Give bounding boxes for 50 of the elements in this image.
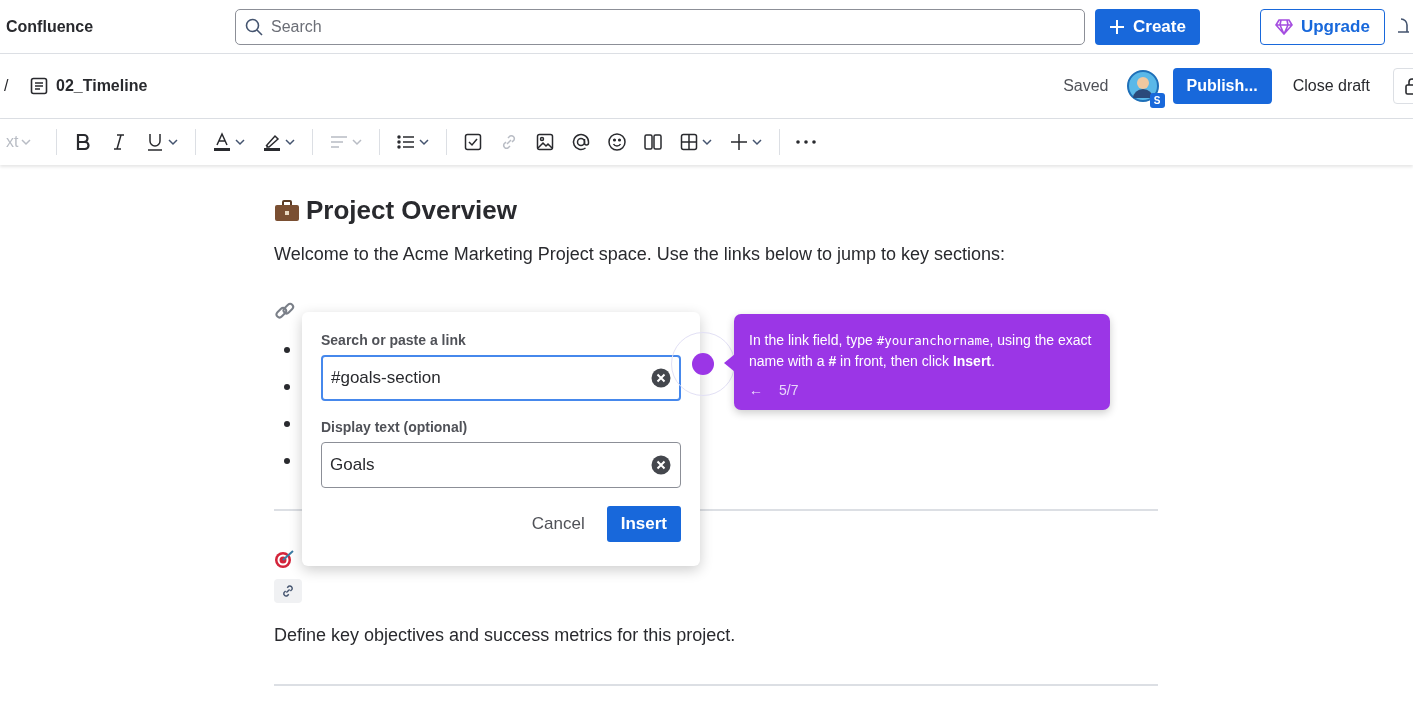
page-icon [30,77,48,95]
checkbox-icon [463,132,484,152]
link-field[interactable]: #goals-section [321,355,681,401]
anchor-link-chip[interactable] [274,579,302,603]
beacon-dot[interactable] [692,353,714,375]
target-icon [274,549,296,569]
plus-icon [1109,18,1125,35]
plus-icon [729,132,750,152]
display-text-field[interactable]: Goals [321,442,681,488]
intro-text: Welcome to the Acme Marketing Project space. Use the links below to jump to key sections: [274,244,1006,265]
bullet-icon [284,347,290,353]
upgrade-button[interactable]: Upgrade [1259,8,1385,45]
link-icon [280,583,296,599]
avatar-badge: S [1149,93,1165,108]
gem-icon [1274,18,1293,35]
cancel-button[interactable]: Cancel [519,506,597,542]
smiley-icon [607,132,628,152]
clear-icon[interactable] [651,368,671,388]
at-sign-icon [571,132,592,152]
save-status: Saved [1063,77,1109,95]
table-icon [679,132,700,152]
clear-icon[interactable] [651,455,671,475]
briefcase-icon [274,198,300,223]
close-draft-button[interactable]: Close draft [1279,68,1383,104]
back-button[interactable]: ← [749,382,763,398]
link-icon [274,300,296,322]
publish-button[interactable]: Publish... [1172,68,1272,104]
create-button[interactable]: Create [1095,8,1200,45]
breadcrumb-separator: / [3,77,10,95]
app-name[interactable]: Confluence [0,17,235,36]
page-heading: Project Overview [306,195,517,226]
avatar[interactable] [1126,70,1159,102]
bullet-icon [284,384,290,390]
insert-button[interactable]: Insert [606,506,681,542]
step-counter: 5/7 [779,382,799,398]
page-title[interactable]: 02_Timeline [56,77,148,95]
field-label: Search or paste a link [321,332,467,348]
search-field[interactable]: Search [235,8,1085,45]
bullet-icon [284,458,290,464]
columns-icon [643,132,664,152]
text-color-icon [212,132,233,152]
more-icon [796,140,817,144]
field-label: Display text (optional) [321,419,469,435]
bullet-list-icon [396,132,417,152]
highlighter-icon [262,132,283,152]
image-icon [535,132,556,152]
body-text: Define key objectives and success metrics for this project. [274,625,737,646]
tooltip-text: In the link field, type #youranchorname, using the exact name with a # in front, then click Insert. [749,331,1093,371]
search-icon [245,17,263,36]
bullet-icon [284,421,290,427]
